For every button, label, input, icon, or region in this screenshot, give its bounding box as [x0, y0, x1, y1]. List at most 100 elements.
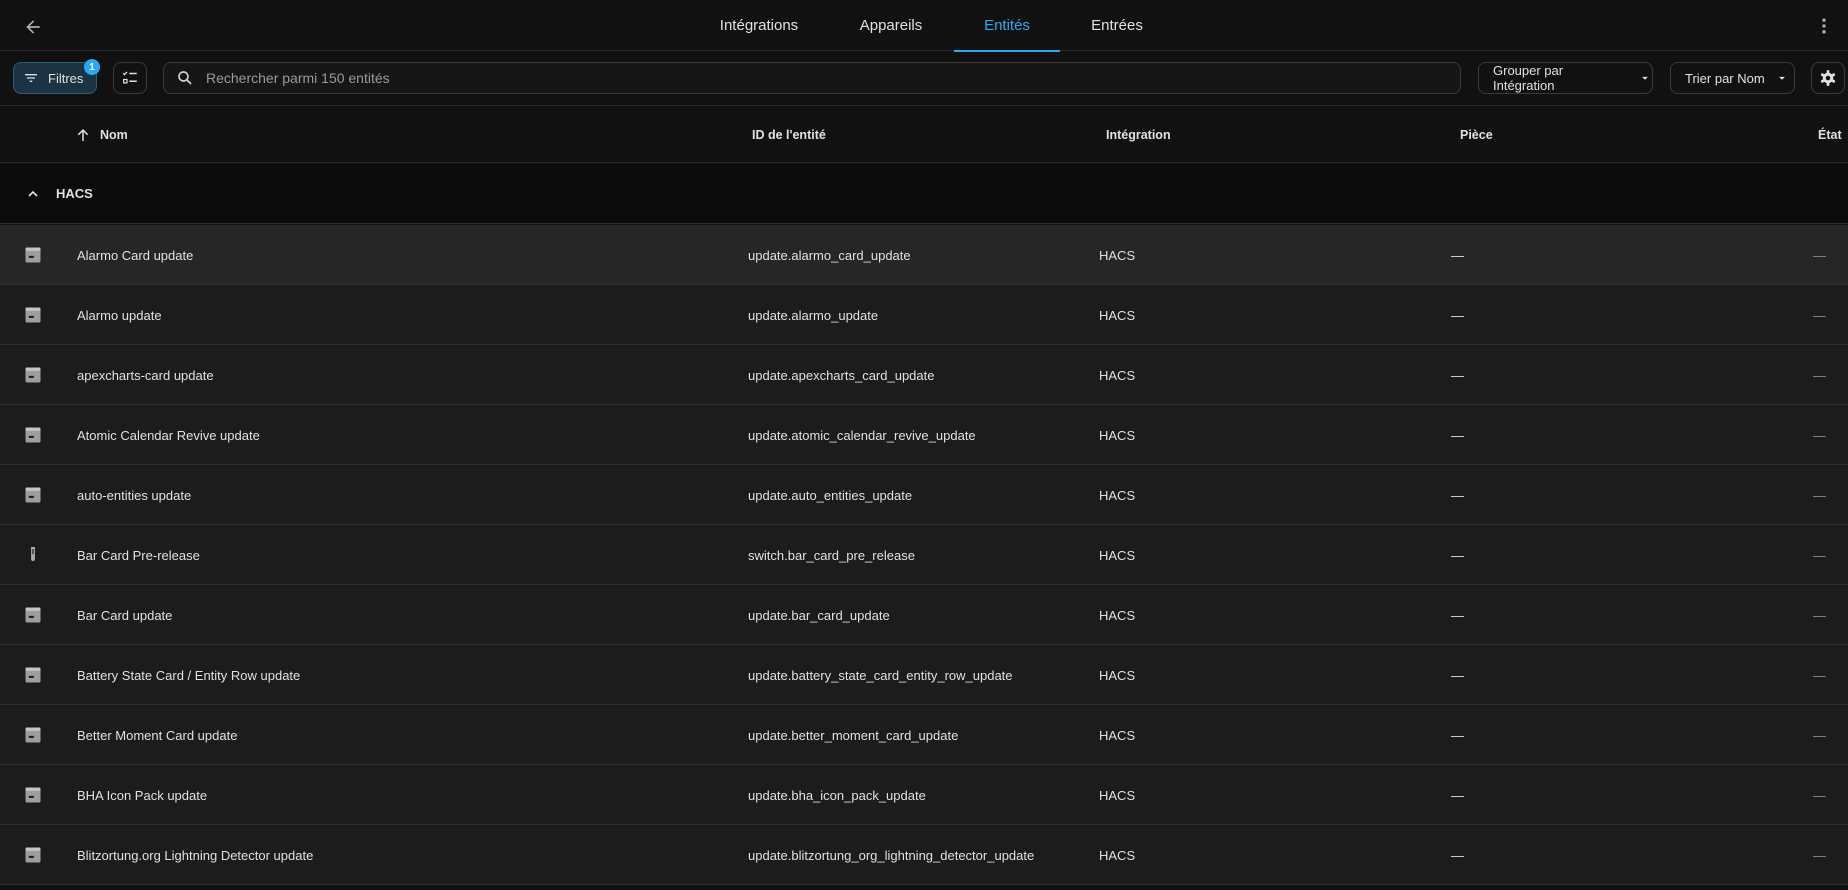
entity-name: Alarmo Card update [77, 247, 194, 263]
group-header[interactable]: HACS [0, 164, 1848, 224]
entity-integration: HACS [1099, 307, 1136, 323]
table-settings-button[interactable] [1811, 62, 1845, 94]
entity-name: auto-entities update [77, 487, 192, 503]
tab-helpers[interactable]: Entrées [1060, 0, 1174, 51]
entity-id: update.auto_entities_update [748, 487, 913, 503]
entity-area: — [1451, 367, 1464, 383]
arrow-left-icon [26, 20, 40, 34]
entity-area: — [1451, 487, 1464, 503]
group-name: HACS [56, 186, 93, 201]
tab-devices[interactable]: Appareils [828, 0, 954, 51]
tab-entities[interactable]: Entités [954, 0, 1060, 52]
selection-mode-button[interactable] [113, 62, 147, 94]
entity-name: Blitzortung.org Lightning Detector updat… [77, 847, 314, 863]
toolbar: Filtres Grouper par Intégration Trier pa… [0, 52, 1848, 106]
filters-label: Filtres [48, 70, 84, 86]
table-row[interactable]: Better Moment Card update update.better_… [0, 705, 1848, 765]
entity-name: Better Moment Card update [77, 727, 238, 743]
entity-area: — [1451, 247, 1464, 263]
tab-label: Appareils [859, 17, 923, 34]
table-row[interactable]: auto-entities update update.auto_entitie… [0, 465, 1848, 525]
back-button[interactable] [14, 8, 52, 46]
entity-state: — [1813, 547, 1826, 563]
tab-label: Entrées [1091, 17, 1143, 34]
entity-id: update.alarmo_update [748, 307, 879, 323]
search-input[interactable] [206, 70, 1446, 86]
tab-bar: Intégrations Appareils Entités Entrées [690, 0, 1174, 52]
dots-vertical-icon [1822, 18, 1826, 34]
group-by-dropdown[interactable]: Grouper par Intégration [1478, 62, 1653, 94]
entity-name: Bar Card update [77, 607, 173, 623]
chevron-up-icon [24, 185, 42, 203]
group-by-label: Grouper par Intégration [1493, 63, 1564, 93]
table-row[interactable]: Bar Card update update.bar_card_update H… [0, 585, 1848, 645]
entity-area: — [1451, 787, 1464, 803]
entity-id: update.bha_icon_pack_update [748, 787, 926, 803]
entity-integration: HACS [1099, 727, 1136, 743]
entity-table-body: Alarmo Card update update.alarmo_card_up… [0, 225, 1848, 885]
entity-area: — [1451, 607, 1464, 623]
sort-by-label: Trier par Nom [1685, 70, 1765, 86]
filter-icon [25, 74, 37, 82]
entity-state: — [1813, 727, 1826, 743]
column-label: ID de l'entité [752, 128, 826, 142]
table-row[interactable]: Blitzortung.org Lightning Detector updat… [0, 825, 1848, 885]
column-header-entity-id[interactable]: ID de l'entité [752, 107, 826, 163]
package-icon [22, 604, 44, 626]
entities-page: Intégrations Appareils Entités Entrées F… [0, 0, 1848, 890]
package-icon [22, 844, 44, 866]
table-row[interactable]: Atomic Calendar Revive update update.ato… [0, 405, 1848, 465]
overflow-menu-button[interactable] [1806, 8, 1842, 44]
entity-state: — [1813, 427, 1826, 443]
entity-name: Bar Card Pre-release [77, 547, 200, 563]
entity-area: — [1451, 427, 1464, 443]
search-box [163, 62, 1461, 94]
entity-integration: HACS [1099, 547, 1136, 563]
entity-state: — [1813, 367, 1826, 383]
top-bar: Intégrations Appareils Entités Entrées [0, 0, 1848, 52]
table-row[interactable]: Alarmo update update.alarmo_update HACS … [0, 285, 1848, 345]
entity-state: — [1813, 667, 1826, 683]
column-header-area[interactable]: Pièce [1460, 107, 1493, 163]
entity-state: — [1813, 487, 1826, 503]
package-icon [22, 784, 44, 806]
entity-area: — [1451, 307, 1464, 323]
entity-state: — [1813, 307, 1826, 323]
package-icon [22, 724, 44, 746]
column-header-name[interactable]: Nom [74, 107, 128, 163]
entity-integration: HACS [1099, 847, 1136, 863]
entity-id: update.better_moment_card_update [748, 727, 959, 743]
package-icon [22, 664, 44, 686]
checklist-icon [122, 71, 137, 84]
table-row[interactable]: apexcharts-card update update.apexcharts… [0, 345, 1848, 405]
entity-integration: HACS [1099, 667, 1136, 683]
package-icon [22, 304, 44, 326]
entity-id: update.bar_card_update [748, 607, 890, 623]
column-label: Intégration [1106, 128, 1171, 142]
tab-integrations[interactable]: Intégrations [690, 0, 828, 51]
column-header-integration[interactable]: Intégration [1106, 107, 1171, 163]
entity-integration: HACS [1099, 607, 1136, 623]
entity-state: — [1813, 607, 1826, 623]
column-label: État [1818, 128, 1842, 142]
search-icon [178, 71, 192, 85]
entity-id: update.atomic_calendar_revive_update [748, 427, 976, 443]
package-icon [22, 484, 44, 506]
entity-id: switch.bar_card_pre_release [748, 547, 915, 563]
column-header-state[interactable]: État [1818, 107, 1842, 163]
table-row[interactable]: Alarmo Card update update.alarmo_card_up… [0, 225, 1848, 285]
table-row[interactable]: Bar Card Pre-release switch.bar_card_pre… [0, 525, 1848, 585]
tab-label: Entités [984, 17, 1030, 34]
entity-integration: HACS [1099, 367, 1136, 383]
table-row[interactable]: Battery State Card / Entity Row update u… [0, 645, 1848, 705]
entity-state: — [1813, 847, 1826, 863]
entity-state: — [1813, 787, 1826, 803]
sort-by-dropdown[interactable]: Trier par Nom [1670, 62, 1795, 94]
gear-icon [1820, 70, 1836, 86]
arrow-up-icon [77, 129, 89, 141]
table-header: Nom ID de l'entité Intégration Pièce Éta… [0, 107, 1848, 163]
column-label: Nom [100, 128, 128, 142]
table-row[interactable]: BHA Icon Pack update update.bha_icon_pac… [0, 765, 1848, 825]
column-label: Pièce [1460, 128, 1493, 142]
entity-id: update.apexcharts_card_update [748, 367, 935, 383]
